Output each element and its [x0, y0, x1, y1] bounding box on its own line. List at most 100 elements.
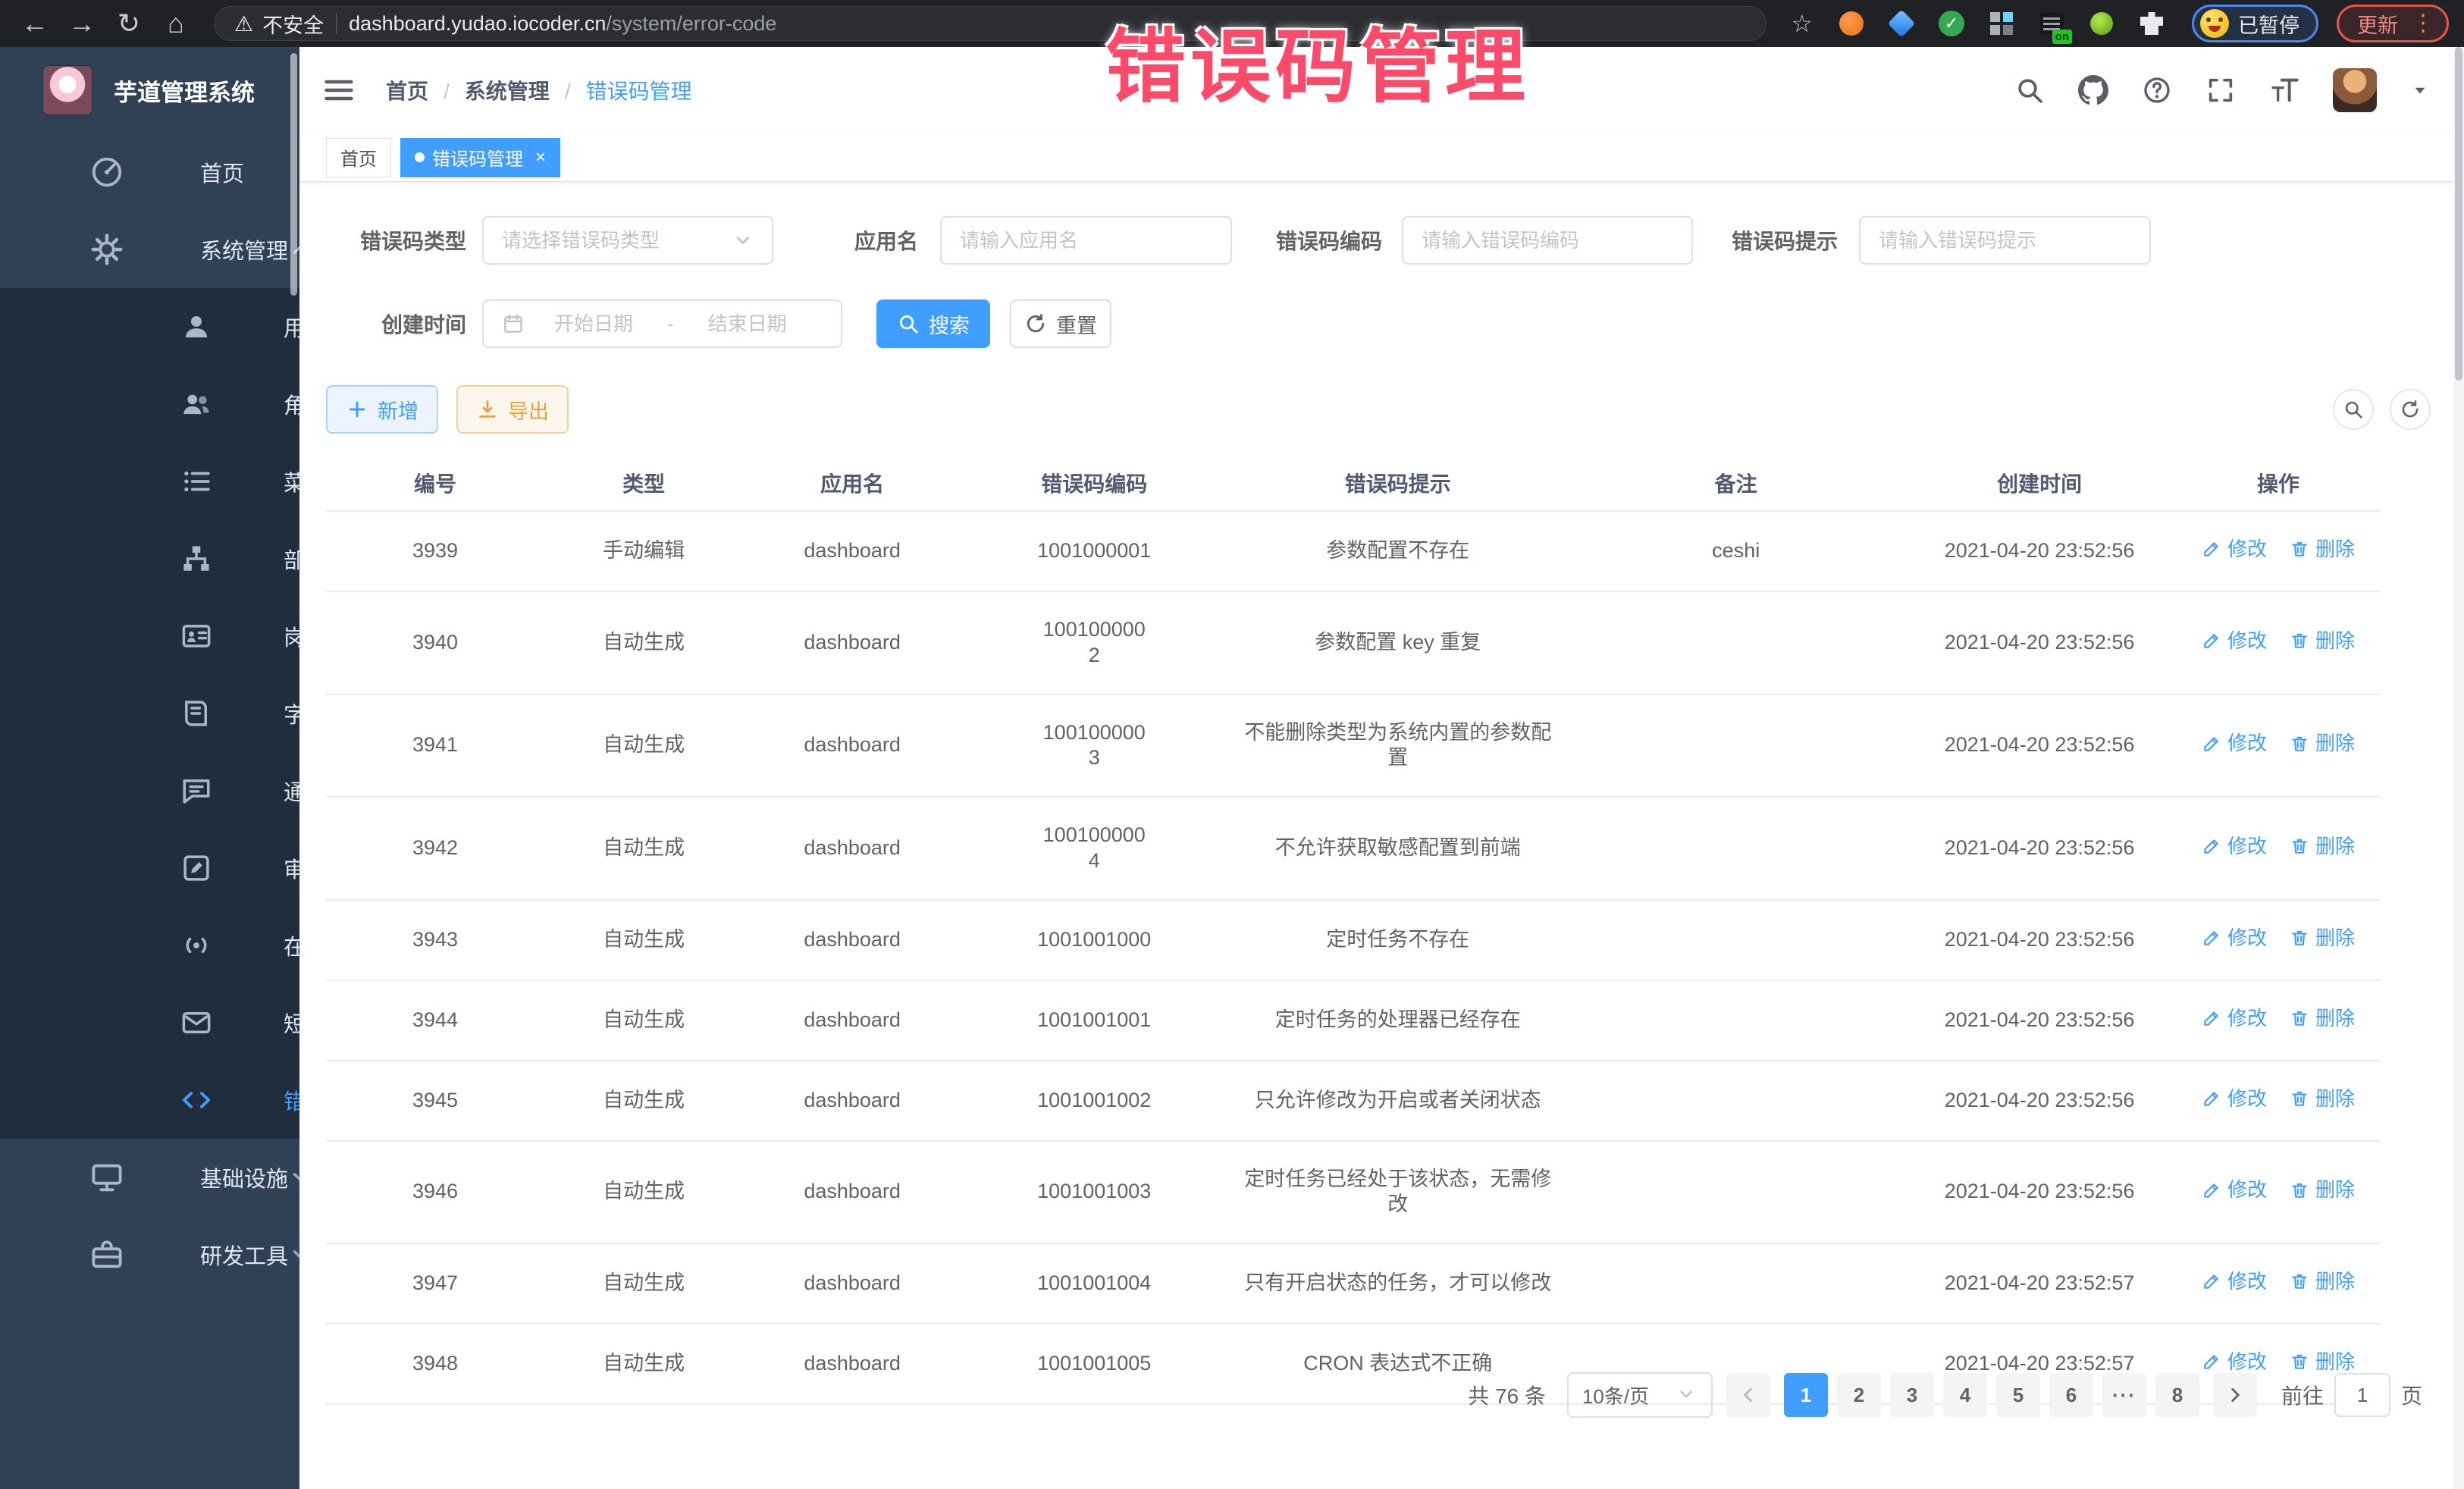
delete-link[interactable]: 删除: [2290, 1350, 2355, 1375]
edit-link[interactable]: 修改: [2202, 926, 2267, 951]
delete-link[interactable]: 删除: [2290, 629, 2355, 654]
breadcrumb-item[interactable]: 系统管理: [465, 75, 586, 105]
prev-page-button[interactable]: [1726, 1373, 1770, 1417]
delete-link[interactable]: 删除: [2290, 1269, 2355, 1294]
profile-paused-chip[interactable]: 已暂停: [2192, 5, 2318, 42]
error-code-input[interactable]: [1422, 229, 1673, 252]
delete-link[interactable]: 删除: [2290, 731, 2355, 756]
close-icon[interactable]: ×: [535, 147, 546, 168]
sidebar-item[interactable]: 首页: [0, 133, 299, 211]
delete-link[interactable]: 删除: [2290, 1086, 2355, 1111]
page-button[interactable]: ···: [2102, 1373, 2146, 1417]
sidebar-subitem[interactable]: 岗位管理: [0, 597, 299, 675]
sidebar-subitem[interactable]: 错误码管理: [0, 1061, 299, 1139]
sidebar-subitem[interactable]: 审计日志: [0, 829, 299, 907]
browser-forward-icon[interactable]: →: [62, 4, 102, 43]
sidebar-item[interactable]: 系统管理: [0, 211, 299, 288]
fullscreen-icon[interactable]: [2205, 75, 2236, 105]
page-button[interactable]: 2: [1837, 1373, 1881, 1417]
page-size-select[interactable]: 10条/页: [1567, 1372, 1713, 1418]
address-bar[interactable]: ⚠ 不安全 dashboard.yudao.iocoder.cn/system/…: [214, 6, 1766, 41]
sidebar-item[interactable]: 基础设施: [0, 1139, 299, 1216]
tab-home[interactable]: 首页: [326, 138, 391, 177]
next-page-button[interactable]: [2213, 1373, 2257, 1417]
sidebar-subitem[interactable]: 通知公告: [0, 752, 299, 829]
extension-green-check-icon[interactable]: ✓: [1937, 9, 1966, 38]
edit-link[interactable]: 修改: [2202, 834, 2267, 859]
edit-link[interactable]: 修改: [2202, 1350, 2267, 1375]
scrollbar-thumb[interactable]: [2455, 47, 2462, 381]
sidebar-subitem[interactable]: 菜单管理: [0, 443, 299, 520]
reset-button[interactable]: 重置: [1010, 299, 1111, 348]
caret-down-icon[interactable]: [2410, 80, 2430, 100]
page-button[interactable]: 3: [1890, 1373, 1934, 1417]
sidebar-subitem[interactable]: 在线用户: [0, 907, 299, 984]
breadcrumb-item[interactable]: 错误码管理: [586, 75, 692, 105]
sidebar-subitem[interactable]: 字典管理: [0, 675, 299, 752]
goto-page-input[interactable]: [2334, 1373, 2390, 1417]
error-msg-field[interactable]: [1859, 216, 2151, 265]
browser-home-icon[interactable]: ⌂: [156, 4, 196, 43]
hamburger-icon[interactable]: [322, 74, 356, 107]
app-name-field[interactable]: [940, 216, 1232, 265]
delete-link[interactable]: 删除: [2290, 537, 2355, 562]
sidebar-subitem[interactable]: 角色管理: [0, 365, 299, 443]
search-icon[interactable]: [2014, 75, 2045, 105]
error-type-select[interactable]: [482, 216, 773, 265]
app-logo-row[interactable]: 芋道管理系统: [0, 47, 299, 133]
browser-back-icon[interactable]: ←: [15, 4, 55, 43]
sidebar-subitem[interactable]: 短信管理: [0, 984, 299, 1061]
edit-link[interactable]: 修改: [2202, 537, 2267, 562]
breadcrumb-item[interactable]: 首页: [386, 75, 465, 105]
add-button[interactable]: 新增: [326, 385, 438, 434]
edit-link[interactable]: 修改: [2202, 1006, 2267, 1031]
edit-link[interactable]: 修改: [2202, 629, 2267, 654]
page-button[interactable]: 1: [1784, 1373, 1828, 1417]
extension-grid-icon[interactable]: [1987, 9, 2016, 38]
app-name-input[interactable]: [960, 229, 1212, 252]
delete-link[interactable]: 删除: [2290, 834, 2355, 859]
page-button[interactable]: 4: [1943, 1373, 1987, 1417]
extension-gem-icon[interactable]: [1887, 9, 1916, 38]
cell-type: 自动生成: [544, 797, 743, 900]
start-date-input[interactable]: [537, 312, 650, 336]
sidebar-item[interactable]: 研发工具: [0, 1216, 299, 1293]
search-button[interactable]: 搜索: [876, 299, 990, 348]
browser-update-button[interactable]: 更新 ⋮: [2337, 5, 2449, 42]
browser-reload-icon[interactable]: ↻: [109, 4, 149, 43]
extension-puzzle-icon[interactable]: [2137, 9, 2166, 38]
github-icon[interactable]: [2078, 75, 2108, 105]
edit-link[interactable]: 修改: [2202, 1269, 2267, 1294]
delete-link[interactable]: 删除: [2290, 926, 2355, 951]
sidebar-subitem[interactable]: 部门管理: [0, 520, 299, 597]
toggle-search-button[interactable]: [2333, 389, 2374, 430]
end-date-input[interactable]: [691, 312, 804, 336]
extension-switch-icon[interactable]: on: [2037, 9, 2066, 38]
edit-link[interactable]: 修改: [2202, 1177, 2267, 1202]
security-warning[interactable]: ⚠ 不安全: [234, 9, 324, 39]
date-range-picker[interactable]: -: [482, 299, 842, 348]
error-type-input[interactable]: [502, 229, 720, 252]
bookmark-star-icon[interactable]: ☆: [1791, 9, 1813, 38]
avatar[interactable]: [2333, 68, 2377, 112]
page-button[interactable]: 6: [2049, 1373, 2093, 1417]
export-button[interactable]: 导出: [456, 385, 569, 434]
tab-error-code[interactable]: 错误码管理 ×: [400, 138, 560, 177]
page-button[interactable]: 8: [2155, 1373, 2199, 1417]
edit-link[interactable]: 修改: [2202, 1086, 2267, 1111]
extension-key-icon[interactable]: [2087, 9, 2116, 38]
page-scrollbar[interactable]: [2453, 47, 2464, 1489]
sidebar-subitem[interactable]: 用户管理: [0, 288, 299, 365]
page-button[interactable]: 5: [1996, 1373, 2040, 1417]
delete-link[interactable]: 删除: [2290, 1177, 2355, 1202]
delete-link[interactable]: 删除: [2290, 1006, 2355, 1031]
edit-link[interactable]: 修改: [2202, 731, 2267, 756]
refresh-table-button[interactable]: [2390, 389, 2431, 430]
error-msg-input[interactable]: [1879, 229, 2131, 252]
help-icon[interactable]: [2142, 75, 2172, 105]
font-size-icon[interactable]: [2269, 75, 2299, 105]
extension-orange-icon[interactable]: [1837, 9, 1866, 38]
kebab-menu-icon[interactable]: ⋮: [2412, 12, 2434, 35]
error-code-field[interactable]: [1402, 216, 1693, 265]
sidebar-scrollbar[interactable]: [290, 53, 297, 296]
